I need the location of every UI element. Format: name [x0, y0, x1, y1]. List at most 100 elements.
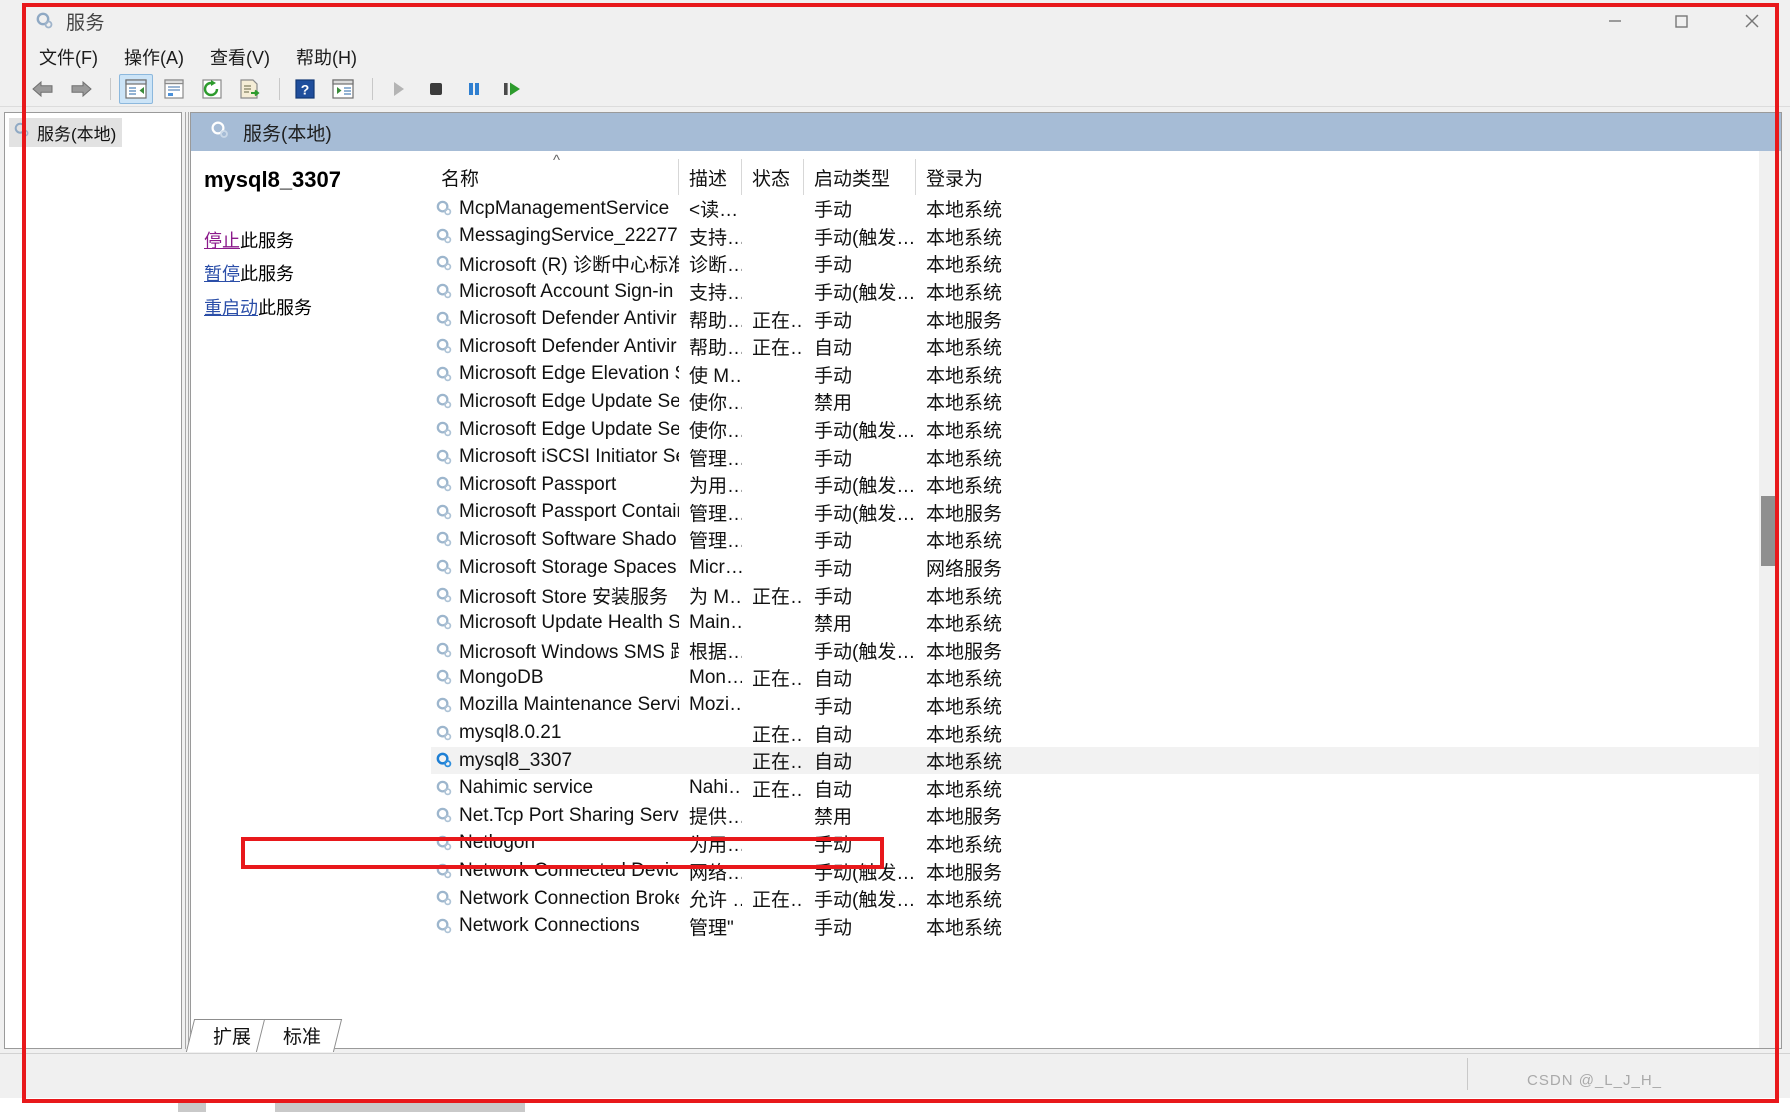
menu-action[interactable]: 操作(A) [111, 42, 197, 72]
table-row[interactable]: MongoDB Mon… 正在… 自动 本地系统 [431, 664, 1781, 692]
table-row[interactable]: McpManagementService <读… 手动 本地系统 [431, 195, 1781, 223]
sidebar-item-services-local[interactable]: 服务(本地) [9, 118, 123, 147]
cell-startup-type: 自动 [814, 669, 853, 691]
restart-service-suffix: 此服务 [258, 297, 312, 318]
cell-startup-type: 手动 [814, 255, 853, 277]
cell-log-on-as: 本地系统 [926, 338, 1003, 360]
table-row[interactable]: mysql8_3307 正在… 自动 本地系统 [431, 746, 1781, 775]
service-name-label: Network Connections [459, 915, 640, 937]
stop-service-link[interactable]: 停止 [204, 231, 240, 251]
service-name-label: Microsoft Edge Update Ser… [459, 390, 679, 412]
cell-description: 使 M… [689, 365, 742, 387]
cell-service-name: MessagingService_222771… [431, 223, 679, 251]
cell-description: 管理… [689, 503, 742, 525]
table-row[interactable]: Microsoft Passport 为用… 手动(触发… 本地系统 [431, 471, 1781, 499]
column-header-startup-type[interactable]: 启动类型 [804, 159, 916, 195]
table-row[interactable]: Microsoft (R) 诊断中心标准… 诊断… 手动 本地系统 [431, 250, 1781, 278]
table-row[interactable]: Microsoft Storage Spaces S… Micr… 手动 网络服务 [431, 554, 1781, 582]
cell-description: 帮助… [689, 310, 742, 332]
table-row[interactable]: Microsoft Account Sign-in … 支持… 手动(触发… 本地系统 [431, 278, 1781, 306]
forward-arrow-icon[interactable] [64, 74, 98, 104]
cell-description: 网络… [689, 862, 742, 884]
refresh-icon[interactable] [195, 74, 229, 104]
cell-status [742, 609, 804, 637]
cell-startup-type: 手动(触发… [814, 421, 916, 443]
restart-service-link[interactable]: 重启动 [204, 298, 258, 318]
start-service-icon[interactable] [381, 74, 415, 104]
pause-service-link[interactable]: 暂停 [204, 264, 240, 284]
show-hide-tree-icon[interactable] [119, 74, 153, 104]
menu-file[interactable]: 文件(F) [26, 42, 111, 72]
table-row[interactable]: Microsoft Software Shado… 管理… 手动 本地系统 [431, 526, 1781, 554]
cell-description: 允许 … [689, 890, 742, 912]
column-header-name[interactable]: 名称 ^ [431, 152, 679, 195]
table-row[interactable]: Microsoft Defender Antivir… 帮助… 正在… 自动 本地系统 [431, 333, 1781, 361]
pause-service-icon[interactable] [457, 74, 491, 104]
service-name-label: Net.Tcp Port Sharing Service [459, 804, 679, 826]
maximize-button[interactable] [1648, 0, 1714, 42]
table-row[interactable]: MessagingService_222771… 支持… 手动(触发… 本地系统 [431, 223, 1781, 251]
cell-startup-type: 手动(触发… [814, 641, 916, 663]
service-gear-icon [435, 475, 454, 494]
cell-service-name: Microsoft Store 安装服务 [431, 581, 679, 609]
cell-description: Nahi… [689, 777, 742, 799]
service-gear-icon [435, 365, 454, 384]
table-row[interactable]: Mozilla Maintenance Service Mozi… 手动 本地系统 [431, 692, 1781, 720]
minimize-button[interactable] [1582, 0, 1648, 42]
back-arrow-icon[interactable] [26, 74, 60, 104]
column-header-log-on-as[interactable]: 登录为 [916, 159, 1046, 195]
service-gear-icon [435, 420, 454, 439]
services-gear-icon [34, 10, 56, 32]
table-row[interactable]: Microsoft iSCSI Initiator Ser… 管理… 手动 本地系统 [431, 443, 1781, 471]
table-row[interactable]: Network Connections 管理" 手动 本地系统 [431, 912, 1781, 940]
window-title: 服务 [66, 12, 106, 34]
cell-service-name: mysql8_3307 [431, 747, 679, 775]
table-row[interactable]: Microsoft Edge Elevation S… 使 M… 手动 本地系统 [431, 361, 1781, 389]
menu-view[interactable]: 查看(V) [197, 42, 283, 72]
tab-standard[interactable]: 标准 [255, 1019, 343, 1052]
cell-description: <读… [689, 200, 739, 222]
restart-service-icon[interactable] [495, 74, 529, 104]
cell-log-on-as: 本地系统 [926, 476, 1003, 498]
table-row[interactable]: Microsoft Defender Antivir… 帮助… 正在… 手动 本地服务 [431, 305, 1781, 333]
table-row[interactable]: Microsoft Passport Container 管理… 手动(触发… 本地服… [431, 499, 1781, 527]
cell-service-name: MongoDB [431, 664, 679, 692]
cell-description: 管理" [689, 917, 734, 939]
cell-description: 提供… [689, 807, 742, 829]
cell-service-name: Network Connections [431, 912, 679, 940]
table-row[interactable]: mysql8.0.21 正在… 自动 本地系统 [431, 719, 1781, 747]
table-row[interactable]: Net.Tcp Port Sharing Service 提供… 禁用 本地服务 [431, 802, 1781, 830]
table-row[interactable]: Network Connected Devic… 网络… 手动(触发… 本地服务 [431, 857, 1781, 885]
help-icon[interactable]: ? [288, 74, 322, 104]
table-row[interactable]: Nahimic service Nahi… 正在… 自动 本地系统 [431, 774, 1781, 802]
table-row[interactable]: Network Connection Broker 允许 … 正在… 手动(触发… 本地… [431, 885, 1781, 913]
cell-startup-type: 手动 [814, 586, 853, 608]
cell-log-on-as: 本地系统 [926, 779, 1003, 801]
table-row[interactable]: Microsoft Windows SMS 路… 根据… 手动(触发… 本地服务 [431, 637, 1781, 665]
scrollbar-thumb[interactable] [1761, 496, 1779, 566]
table-row[interactable]: Microsoft Update Health S… Main… 禁用 本地系统 [431, 609, 1781, 637]
cell-log-on-as: 本地服务 [926, 862, 1003, 884]
properties-icon[interactable] [157, 74, 191, 104]
show-action-pane-icon[interactable] [326, 74, 360, 104]
cell-startup-type: 手动 [814, 310, 853, 332]
service-name-label: MessagingService_222771… [459, 225, 679, 247]
cell-status [742, 250, 804, 278]
stop-service-icon[interactable] [419, 74, 453, 104]
cell-description: 使你… [689, 393, 742, 415]
column-header-status[interactable]: 状态 [742, 159, 804, 195]
table-row[interactable]: Microsoft Edge Update Ser… 使你… 手动(触发… 本地系统 [431, 416, 1781, 444]
cell-service-name: Microsoft Windows SMS 路… [431, 637, 679, 665]
close-button[interactable] [1714, 0, 1790, 42]
list-vertical-scrollbar[interactable] [1759, 151, 1781, 1048]
column-header-description[interactable]: 描述 [679, 159, 742, 195]
export-list-icon[interactable] [233, 74, 267, 104]
pane-header-label: 服务(本地) [243, 123, 332, 145]
table-row[interactable]: Microsoft Edge Update Ser… 使你… 禁用 本地系统 [431, 388, 1781, 416]
menu-bar: 文件(F) 操作(A) 查看(V) 帮助(H) [0, 42, 1790, 72]
table-row[interactable]: Microsoft Store 安装服务为 M… 正在… 手动 本地系统 [431, 581, 1781, 609]
cell-log-on-as: 本地系统 [926, 421, 1003, 443]
menu-help[interactable]: 帮助(H) [283, 42, 370, 72]
cell-service-name: Microsoft Account Sign-in … [431, 278, 679, 306]
table-row[interactable]: Netlogon 为用… 手动 本地系统 [431, 830, 1781, 858]
